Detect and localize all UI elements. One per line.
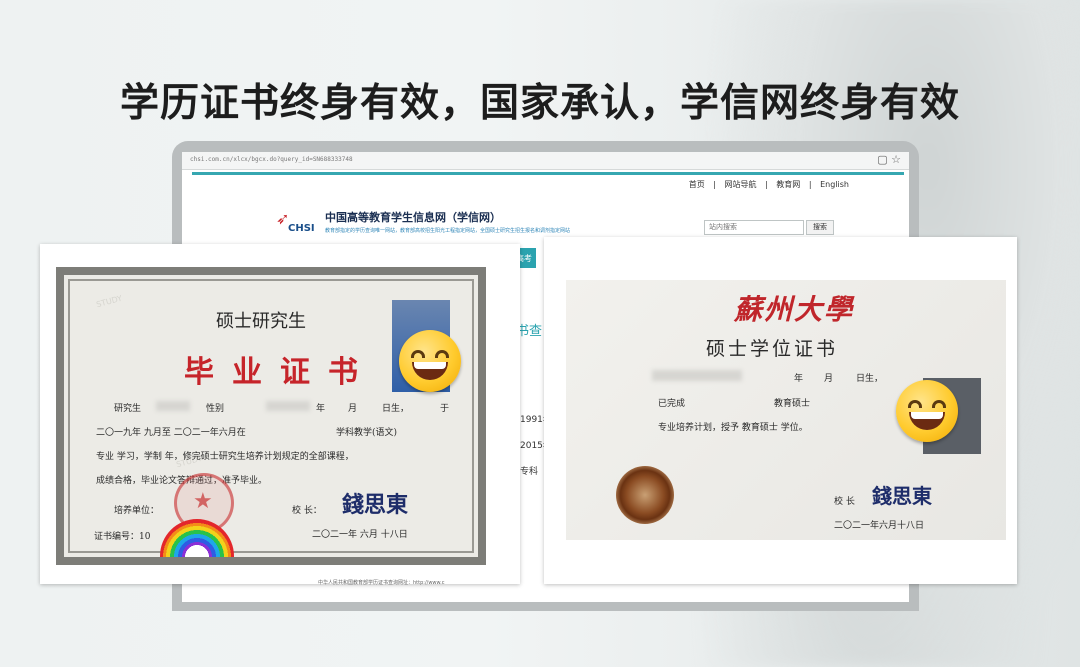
verification-footer: 中华人民共和国教育部学历证书查询网址：http://www.c: [318, 580, 445, 586]
gender-label: 性别: [206, 404, 225, 414]
header-divider: [192, 172, 904, 175]
graduation-certificate-photo: STUDY STUDY 硕士研究生 毕业证书 研究生 性别 年 月 日生， 于 …: [40, 244, 520, 586]
browser-address-bar[interactable]: chsi.com.cn/xlcx/bgcx.do?query_id=SN6883…: [182, 152, 909, 170]
issue-date: 二〇二一年 六月 十八日: [312, 530, 408, 540]
headline: 学历证书终身有效，国家承认，学信网终身有效: [119, 81, 960, 126]
nav-sep: |: [713, 180, 716, 189]
redacted-name: [156, 401, 190, 411]
certificate-paper: 蘇州大學 硕士学位证书 年 月 日生， 已完成 教育硕士 专业培养计划，授予 教…: [566, 280, 1006, 540]
nav-english[interactable]: English: [820, 180, 849, 189]
emoji-eye: [932, 400, 946, 408]
year-label: 年: [794, 374, 804, 384]
emoji-eye: [411, 350, 425, 358]
nav-sep: |: [765, 180, 768, 189]
president-label: 校 长：: [292, 506, 322, 516]
bookmark-star-icon[interactable]: ▢ ☆: [877, 153, 901, 166]
subject: 学科教学(语文): [336, 428, 398, 438]
university-calligraphy: 蘇州大學: [734, 293, 855, 326]
grinning-emoji-icon: [399, 330, 461, 392]
seal-star-icon: ★: [193, 489, 213, 514]
site-subtitle: 教育部指定的学历查询唯一网站，教育部高校招生阳光工程指定网站，全国硕士研究生招生…: [325, 228, 571, 234]
completed-label: 已完成: [658, 399, 686, 409]
degree-certificate-photo: 蘇州大學 硕士学位证书 年 月 日生， 已完成 教育硕士 专业培养计划，授予 教…: [544, 237, 1017, 584]
cert-title: 硕士学位证书: [706, 338, 839, 360]
year-label: 年: [316, 404, 326, 414]
address-text: chsi.com.cn/xlcx/bgcx.do?query_id=SN6883…: [190, 156, 353, 163]
at-label: 于: [440, 404, 450, 414]
embossed-seal-icon: [616, 466, 674, 524]
search-button[interactable]: 搜索: [806, 220, 834, 235]
chsi-logo[interactable]: ➶ CHSI: [272, 207, 320, 237]
president-signature: 錢思東: [342, 492, 409, 518]
redacted-gender: [266, 401, 310, 411]
cert-number-label: 证书编号：10: [94, 532, 151, 542]
president-signature: 錢思東: [872, 484, 932, 508]
month-label: 月: [824, 374, 834, 384]
unit-label: 培养单位：: [114, 506, 160, 516]
month-label: 月: [348, 404, 358, 414]
cert-title: 硕士研究生: [216, 311, 306, 332]
issue-date: 二〇二一年六月十八日: [834, 521, 925, 531]
emoji-eye: [435, 350, 449, 358]
table-cell-fragment: 专科: [520, 467, 539, 477]
redacted-name: [652, 370, 742, 381]
grinning-emoji-icon: [896, 380, 958, 442]
emoji-teeth: [911, 412, 943, 419]
emoji-eye: [908, 400, 922, 408]
site-search-input[interactable]: [704, 220, 804, 235]
cert-main-title: 毕业证书: [184, 355, 376, 390]
president-label: 校 长: [834, 497, 855, 507]
day-label: 日生，: [856, 374, 884, 384]
emoji-teeth: [414, 362, 446, 369]
program-text: 专业 学习，学制 年，修完硕士研究生培养计划规定的全部课程，: [96, 452, 354, 462]
nav-home[interactable]: 首页: [689, 180, 705, 189]
student-label: 研究生: [114, 404, 142, 414]
degree-type: 教育硕士: [774, 399, 811, 409]
nav-sep: |: [808, 180, 812, 189]
study-period: 二〇一九年 九月至 二〇二一年六月在: [96, 428, 246, 438]
nav-sitemap[interactable]: 网站导航: [725, 180, 757, 189]
certificate-paper: STUDY STUDY 硕士研究生 毕业证书 研究生 性别 年 月 日生， 于 …: [56, 267, 486, 586]
nav-edu[interactable]: 教育网: [776, 180, 800, 189]
logo-text: CHSI: [288, 223, 315, 234]
site-top-nav: 首页 | 网站导航 | 教育网 | English: [683, 179, 849, 190]
award-text: 专业培养计划，授予 教育硕士 学位。: [658, 423, 808, 433]
birth-label: 日生，: [382, 404, 410, 414]
site-title: 中国高等教育学生信息网（学信网）: [325, 211, 501, 224]
